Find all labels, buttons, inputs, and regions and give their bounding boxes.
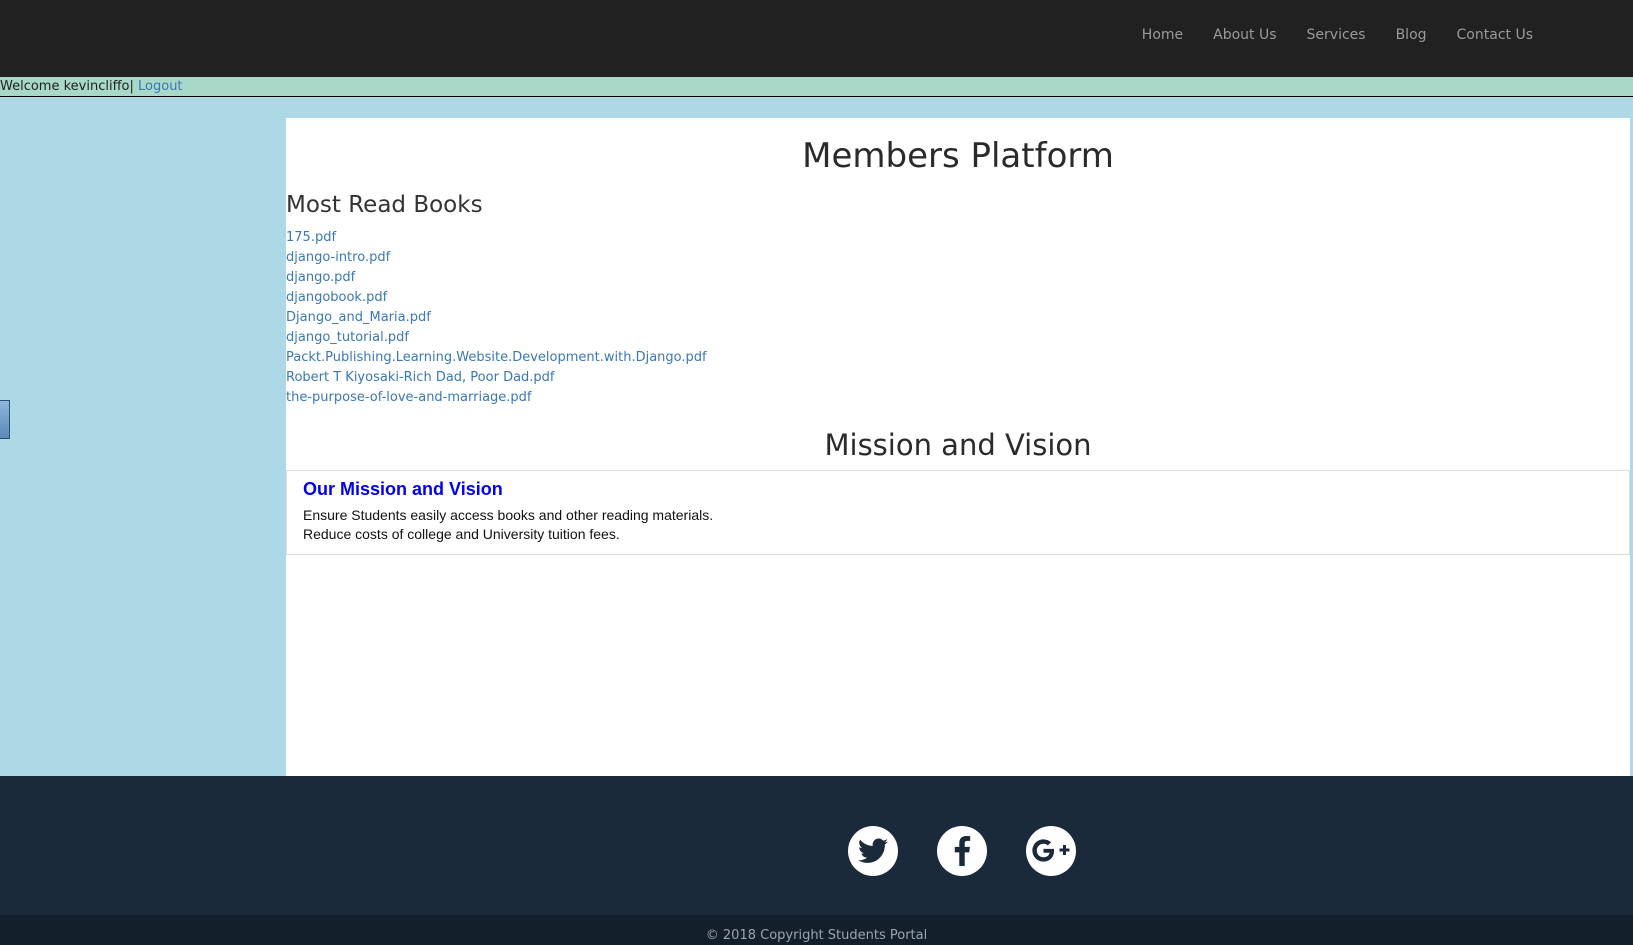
google-plus-icon[interactable] bbox=[1026, 826, 1076, 876]
list-item: Django_and_Maria.pdf bbox=[286, 306, 1630, 326]
main-content-panel: Members Platform Most Read Books 175.pdf… bbox=[286, 118, 1630, 776]
mission-heading: Mission and Vision bbox=[824, 428, 1092, 462]
book-link[interactable]: 175.pdf bbox=[286, 230, 336, 245]
footer bbox=[0, 776, 1633, 915]
mission-card-title: Our Mission and Vision bbox=[303, 479, 503, 499]
book-link[interactable]: the-purpose-of-love-and-marriage.pdf bbox=[286, 390, 532, 405]
facebook-icon[interactable] bbox=[937, 826, 987, 876]
books-heading: Most Read Books bbox=[286, 192, 483, 218]
book-link[interactable]: django_tutorial.pdf bbox=[286, 330, 409, 345]
mission-card: Our Mission and Vision Ensure Students e… bbox=[286, 470, 1630, 555]
twitter-glyph bbox=[858, 838, 888, 863]
welcome-bar: Welcome kevincliffo| Logout bbox=[0, 77, 1633, 97]
nav-services-link[interactable]: Services bbox=[1307, 27, 1366, 43]
social-links bbox=[848, 826, 1076, 876]
list-item: the-purpose-of-love-and-marriage.pdf bbox=[286, 386, 1630, 406]
sidebar-toggle-handle[interactable] bbox=[0, 400, 10, 439]
book-link[interactable]: django-intro.pdf bbox=[286, 250, 390, 265]
main-nav: Home About Us Services Blog Contact Us bbox=[1142, 27, 1533, 43]
top-navbar: Home About Us Services Blog Contact Us bbox=[0, 0, 1633, 77]
list-item: Packt.Publishing.Learning.Website.Develo… bbox=[286, 346, 1630, 366]
list-item: django-intro.pdf bbox=[286, 246, 1630, 266]
facebook-glyph bbox=[954, 836, 971, 866]
book-link[interactable]: Packt.Publishing.Learning.Website.Develo… bbox=[286, 350, 707, 365]
book-list: 175.pdf django-intro.pdf django.pdf djan… bbox=[286, 226, 1630, 406]
mission-line: Reduce costs of college and University t… bbox=[303, 526, 620, 542]
book-link[interactable]: Robert T Kiyosaki-Rich Dad, Poor Dad.pdf bbox=[286, 370, 555, 385]
copyright-text: © 2018 Copyright Students Portal bbox=[705, 928, 928, 943]
nav-about-link[interactable]: About Us bbox=[1213, 27, 1276, 43]
list-item: Robert T Kiyosaki-Rich Dad, Poor Dad.pdf bbox=[286, 366, 1630, 386]
book-link[interactable]: djangobook.pdf bbox=[286, 290, 387, 305]
page-title: Members Platform bbox=[802, 136, 1114, 176]
book-link[interactable]: django.pdf bbox=[286, 270, 355, 285]
google-plus-glyph bbox=[1032, 839, 1070, 862]
nav-contact-link[interactable]: Contact Us bbox=[1457, 27, 1533, 43]
logout-link[interactable]: Logout bbox=[138, 79, 183, 94]
list-item: djangobook.pdf bbox=[286, 286, 1630, 306]
list-item: 175.pdf bbox=[286, 226, 1630, 246]
copyright-bar: © 2018 Copyright Students Portal bbox=[0, 915, 1633, 945]
nav-blog-link[interactable]: Blog bbox=[1396, 27, 1427, 43]
list-item: django.pdf bbox=[286, 266, 1630, 286]
welcome-text: Welcome kevincliffo| bbox=[0, 79, 134, 94]
mission-line: Ensure Students easily access books and … bbox=[303, 507, 714, 523]
nav-home-link[interactable]: Home bbox=[1142, 27, 1183, 43]
twitter-icon[interactable] bbox=[848, 826, 898, 876]
list-item: django_tutorial.pdf bbox=[286, 326, 1630, 346]
book-link[interactable]: Django_and_Maria.pdf bbox=[286, 310, 431, 325]
